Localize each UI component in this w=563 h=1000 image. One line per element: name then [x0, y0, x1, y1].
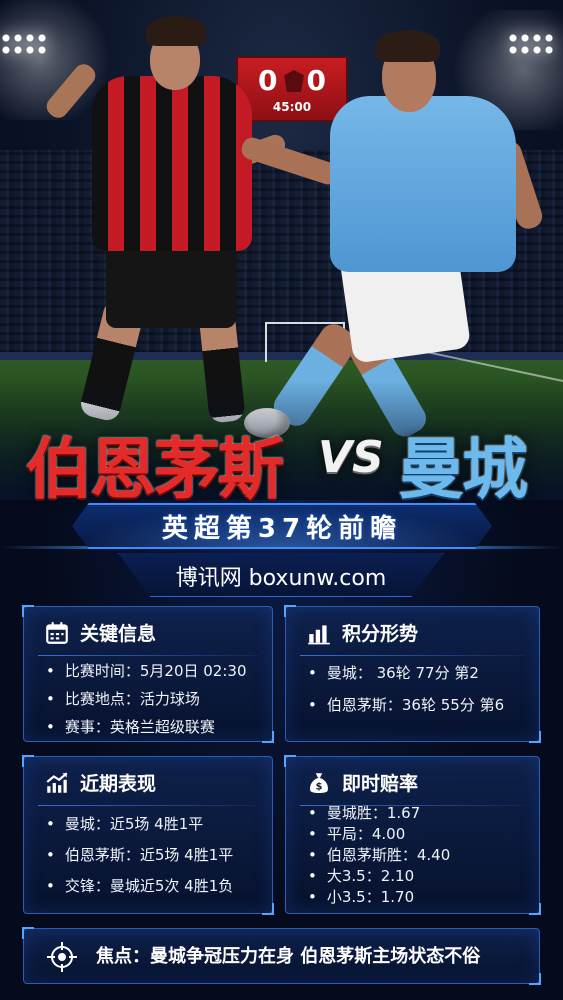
standings-list: 曼城： 36轮 77分 第2 伯恩茅斯：36轮 55分 第6	[308, 657, 504, 721]
focus-bar: 焦点：曼城争冠压力在身 伯恩茅斯主场状态不俗	[22, 927, 541, 985]
floodlight-icon	[0, 32, 48, 56]
versus-label: VS	[318, 432, 384, 483]
home-team-name: 伯恩茅斯	[26, 431, 284, 508]
standings-card: 积分形势 曼城： 36轮 77分 第2 伯恩茅斯：36轮 55分 第6	[284, 605, 541, 743]
card-title: 积分形势	[342, 623, 419, 645]
list-item: 伯恩茅斯胜：4.40	[308, 845, 450, 866]
round-subtitle: 英超第37轮前瞻	[161, 514, 403, 544]
list-item: 交锋：曼城近5次 4胜1负	[46, 871, 233, 902]
key-info-card: 关键信息 比赛时间：5月20日 02:30 比赛地点：活力球场 赛事：英格兰超级…	[22, 605, 274, 743]
money-bag-icon: $	[310, 772, 328, 793]
card-title: 近期表现	[80, 773, 157, 795]
focus-text: 焦点：曼城争冠压力在身 伯恩茅斯主场状态不俗	[96, 946, 481, 967]
bar-chart-icon	[308, 624, 330, 644]
list-item: 小3.5：1.70	[308, 887, 450, 908]
home-score: 0	[258, 64, 278, 97]
list-item: 赛事：英格兰超级联赛	[46, 713, 247, 741]
list-item: 大3.5：2.10	[308, 866, 450, 887]
recent-form-list: 曼城：近5场 4胜1平 伯恩茅斯：近5场 4胜1平 交锋：曼城近5次 4胜1负	[46, 809, 233, 902]
floodlight-icon	[507, 32, 555, 56]
match-clock: 45:00	[272, 100, 312, 114]
list-item: 曼城： 36轮 77分 第2	[308, 657, 504, 689]
target-icon	[47, 942, 77, 972]
away-team-name: 曼城	[398, 431, 528, 508]
trend-chart-icon	[46, 771, 68, 793]
match-title: 伯恩茅斯 VS 曼城	[0, 408, 563, 508]
recent-form-card: 近期表现 曼城：近5场 4胜1平 伯恩茅斯：近5场 4胜1平 交锋：曼城近5次 …	[22, 755, 274, 915]
crest-icon	[284, 70, 304, 92]
odds-list: 曼城胜：1.67 平局：4.00 伯恩茅斯胜：4.40 大3.5：2.10 小3…	[308, 803, 450, 908]
list-item: 伯恩茅斯：36轮 55分 第6	[308, 689, 504, 721]
list-item: 比赛时间：5月20日 02:30	[46, 657, 247, 685]
site-link[interactable]: 博讯网 boxunw.com	[118, 560, 444, 592]
list-item: 平局：4.00	[308, 824, 450, 845]
list-item: 伯恩茅斯：近5场 4胜1平	[46, 840, 233, 871]
list-item: 比赛地点：活力球场	[46, 685, 247, 713]
key-info-list: 比赛时间：5月20日 02:30 比赛地点：活力球场 赛事：英格兰超级联赛	[46, 657, 247, 741]
list-item: 曼城：近5场 4胜1平	[46, 809, 233, 840]
calendar-icon	[46, 621, 68, 644]
away-score: 0	[306, 64, 326, 97]
svg-text:$: $	[316, 781, 323, 792]
list-item: 曼城胜：1.67	[308, 803, 450, 824]
card-title: 关键信息	[80, 623, 157, 645]
scoreboard: 0 0 45:00	[236, 56, 348, 122]
card-title: 即时赔率	[342, 773, 419, 795]
live-odds-card: $ 即时赔率 曼城胜：1.67 平局：4.00 伯恩茅斯胜：4.40 大3.5：…	[284, 755, 541, 915]
